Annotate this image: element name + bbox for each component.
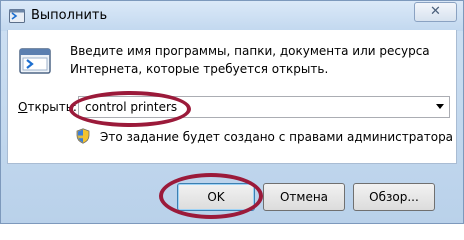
run-dialog-window: Выполнить ✕ Введите имя программы, папки…	[0, 0, 464, 224]
open-combobox[interactable]	[78, 96, 450, 118]
run-program-icon	[19, 48, 51, 74]
uac-shield-icon	[76, 128, 90, 144]
close-icon: ✕	[430, 4, 441, 19]
open-label: Открыть:	[18, 100, 77, 114]
ok-button[interactable]: OK	[177, 183, 255, 211]
dropdown-arrow-icon[interactable]	[436, 104, 444, 109]
command-input[interactable]	[81, 98, 429, 116]
window-title: Выполнить	[31, 8, 108, 23]
admin-note: Это задание будет создано с правами адми…	[100, 130, 454, 144]
dialog-description: Введите имя программы, папки, документа …	[70, 42, 450, 78]
dialog-body: Введите имя программы, папки, документа …	[7, 30, 457, 164]
description-line-1: Введите имя программы, папки, документа …	[70, 44, 430, 58]
cancel-button[interactable]: Отмена	[263, 183, 345, 211]
close-button[interactable]: ✕	[414, 2, 457, 22]
run-app-icon	[9, 9, 25, 23]
browse-button[interactable]: Обзор...	[353, 183, 435, 211]
open-label-rest: ткрыть:	[27, 100, 77, 114]
description-line-2: Интернета, которые требуется открыть.	[70, 62, 329, 76]
title-bar: Выполнить ✕	[1, 1, 463, 31]
